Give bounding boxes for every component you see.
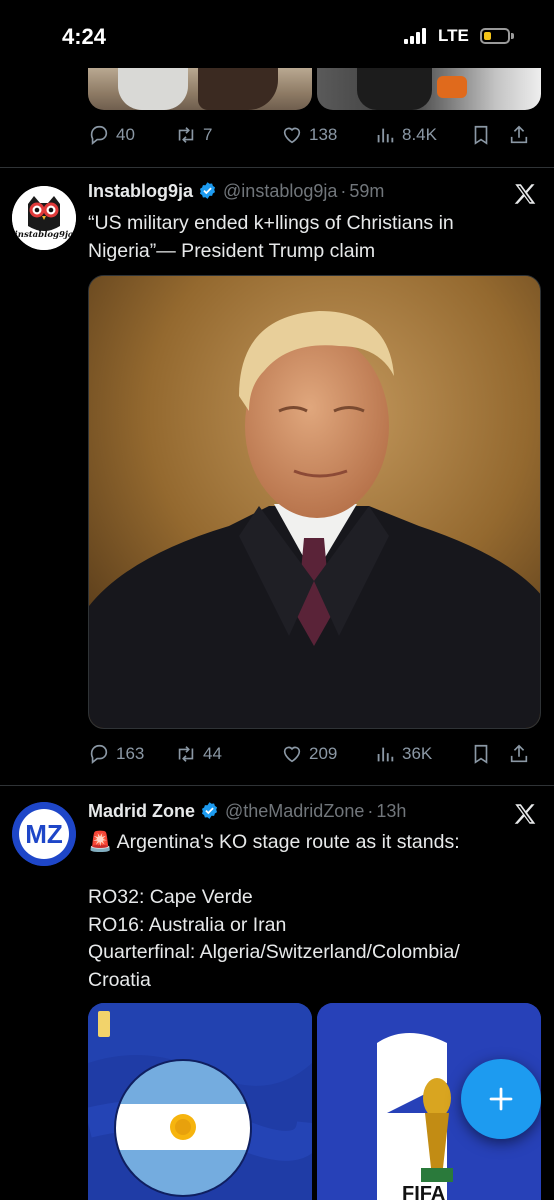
divider (0, 167, 554, 168)
views-icon (377, 128, 394, 143)
views-count: 8.4K (402, 125, 437, 144)
avatar[interactable]: instablog9ja (12, 186, 76, 250)
x-logo-icon[interactable] (512, 181, 538, 207)
tweet-time[interactable]: 59m (349, 181, 384, 201)
tweet-media-image[interactable] (88, 68, 312, 110)
repost-button[interactable]: 44 (175, 741, 222, 767)
repost-icon (178, 127, 194, 143)
portrait-image (89, 276, 540, 728)
tweet-text-headline: Argentina's KO stage route as it stands: (116, 831, 460, 853)
avatar[interactable]: MZ (12, 802, 76, 866)
siren-emoji: 🚨 (88, 831, 113, 853)
views-button[interactable]: 8.4K (374, 122, 437, 148)
reply-icon (90, 125, 108, 145)
repost-icon (178, 746, 194, 762)
network-label: LTE (438, 26, 469, 45)
divider (0, 785, 554, 786)
tweet-text: 🚨 Argentina's KO stage route as it stand… (88, 829, 528, 857)
time-separator: · (340, 181, 347, 201)
repost-count: 7 (203, 125, 213, 144)
share-button[interactable] (508, 122, 530, 148)
like-button[interactable]: 138 (281, 122, 337, 148)
author-handle[interactable]: @theMadridZone (225, 801, 364, 821)
tweet-header: Instablog9ja @instablog9ja · 59m (88, 181, 384, 202)
tweet-actions: 40 7 138 8.4K (88, 122, 538, 148)
owl-logo-icon: instablog9ja (12, 186, 76, 250)
like-count: 209 (309, 744, 338, 763)
avatar-text: instablog9ja (15, 230, 74, 240)
like-icon (283, 746, 301, 763)
views-button[interactable]: 36K (374, 741, 432, 767)
time-separator: · (367, 801, 374, 821)
compose-plus-icon (489, 1087, 513, 1111)
share-button[interactable] (508, 741, 530, 767)
author-handle[interactable]: @instablog9ja (223, 181, 337, 201)
tweet-media-image[interactable] (88, 275, 541, 729)
share-icon (510, 744, 528, 763)
like-button[interactable]: 209 (281, 741, 337, 767)
author-name[interactable]: Madrid Zone (88, 801, 195, 821)
bookmark-icon (474, 125, 488, 145)
tweet-header: Madrid Zone @theMadridZone · 13h (88, 801, 406, 822)
tweet-text-body: RO32: Cape Verde RO16: Australia or Iran… (88, 886, 460, 991)
tweet-actions: 163 44 209 36K (88, 741, 538, 767)
world-cup-badge-icon (98, 1011, 110, 1037)
like-count: 138 (309, 125, 338, 144)
like-icon (283, 127, 301, 144)
bookmark-icon (474, 744, 488, 764)
views-icon (377, 747, 394, 762)
repost-button[interactable]: 7 (175, 122, 212, 148)
bookmark-button[interactable] (470, 741, 492, 767)
reply-button[interactable]: 40 (88, 122, 135, 148)
bookmark-button[interactable] (470, 122, 492, 148)
avatar-text: MZ (25, 819, 63, 849)
tweet-time[interactable]: 13h (376, 801, 406, 821)
author-name[interactable]: Instablog9ja (88, 181, 193, 201)
repost-count: 44 (203, 744, 222, 763)
views-count: 36K (402, 744, 433, 763)
compose-button[interactable] (461, 1059, 541, 1139)
share-icon (510, 125, 528, 144)
reply-button[interactable]: 163 (88, 741, 144, 767)
reply-count: 163 (116, 744, 145, 763)
argentina-flag-image (88, 1003, 312, 1200)
tweet-media-image[interactable] (317, 68, 541, 110)
verified-icon (201, 802, 218, 819)
x-logo-icon[interactable] (512, 801, 538, 827)
signal-icon (404, 28, 430, 44)
battery-icon (480, 28, 514, 44)
reply-count: 40 (116, 125, 135, 144)
verified-icon (200, 182, 216, 199)
status-bar: 4:24 LTE (0, 0, 554, 68)
mz-logo-icon: MZ (12, 802, 76, 866)
tweet-media-image[interactable] (88, 1003, 312, 1200)
fifa-text: FIFA (402, 1183, 445, 1200)
status-time: 4:24 (62, 24, 107, 49)
reply-icon (90, 744, 108, 764)
tweet-text: “US military ended k+llings of Christian… (88, 212, 454, 262)
